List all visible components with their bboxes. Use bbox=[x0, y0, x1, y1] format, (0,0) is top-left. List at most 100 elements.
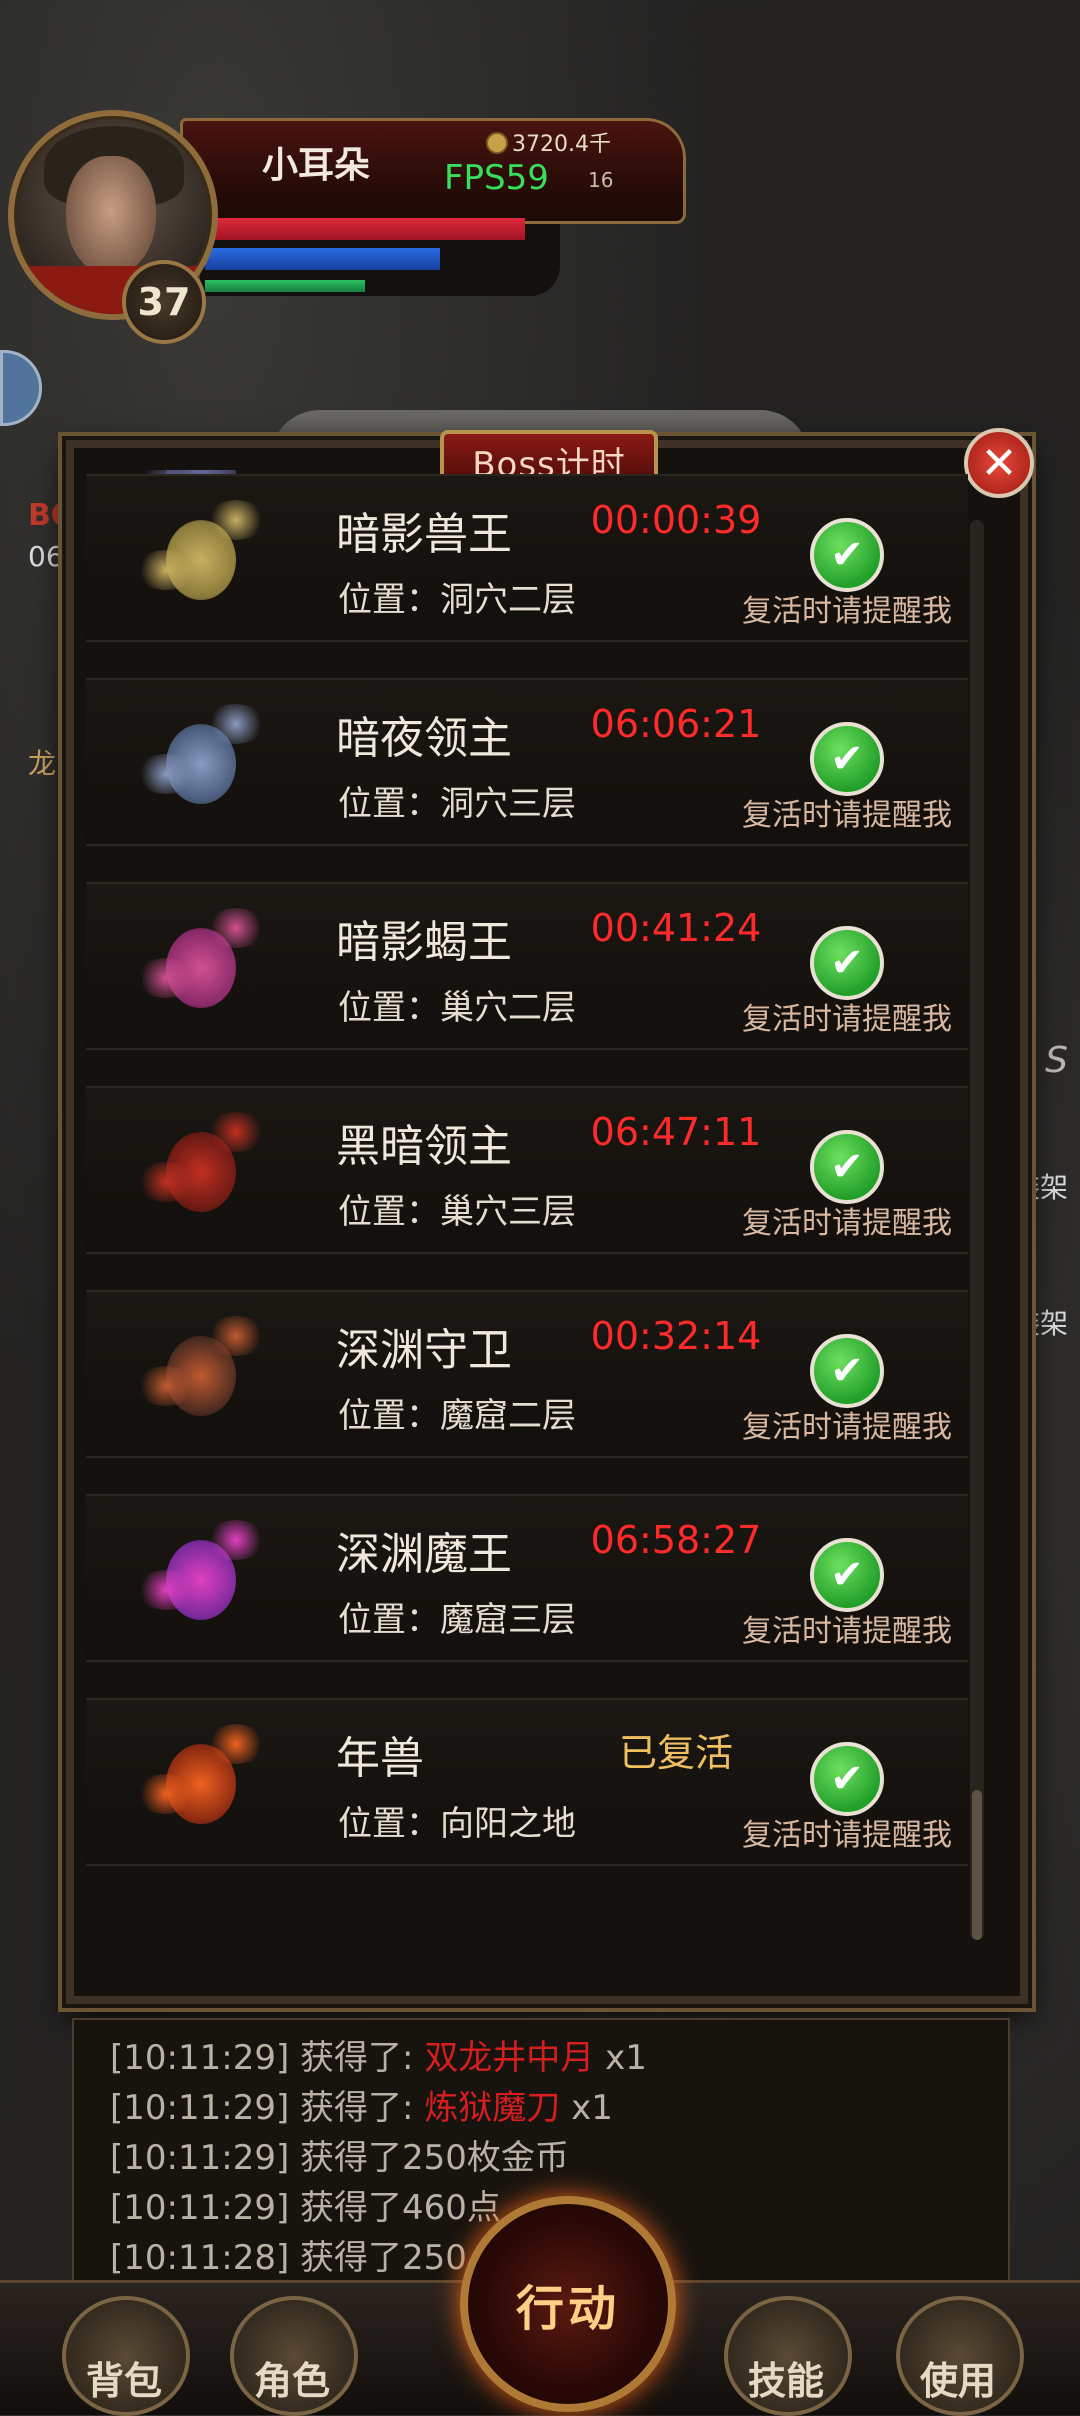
chat-text: 获得了: bbox=[289, 2088, 425, 2128]
remind-checkbox[interactable]: ✔ bbox=[810, 518, 884, 592]
mp-bar bbox=[205, 248, 440, 270]
remind-label[interactable]: 复活时请提醒我 bbox=[742, 1198, 952, 1242]
checkmark-icon: ✔ bbox=[830, 1348, 864, 1394]
checkmark-icon: ✔ bbox=[830, 532, 864, 578]
player-hud: 37 小耳朵 3720.4千 FPS59 16 bbox=[0, 100, 690, 350]
respawn-timer: 00:41:24 bbox=[590, 906, 762, 950]
chat-time: [10:11:29] bbox=[110, 2038, 290, 2078]
boss-list[interactable]: 位置：魔龙血域复活时请提醒我暗影兽王位置：洞穴二层00:00:39✔复活时请提醒… bbox=[86, 470, 968, 1922]
boss-name: 暗影蝎王 bbox=[336, 917, 512, 968]
side-char-left[interactable]: 龙 bbox=[28, 742, 56, 782]
boss-portrait bbox=[136, 1102, 266, 1236]
respawn-timer: 06:58:27 bbox=[590, 1518, 762, 1562]
side-char-right-1[interactable]: S bbox=[1045, 1040, 1068, 1081]
boss-row[interactable]: 暗影蝎王位置：巢穴二层 00:41:24 ✔ 复活时请提醒我 bbox=[86, 882, 968, 1050]
boss-name: 暗影兽王 bbox=[336, 509, 512, 560]
boss-row[interactable]: 暗夜领主位置：洞穴三层 06:06:21 ✔ 复活时请提醒我 bbox=[86, 678, 968, 846]
respawn-timer: 00:32:14 bbox=[590, 1314, 762, 1358]
chat-item[interactable]: 双龙井中月 bbox=[424, 2038, 594, 2078]
boss-name: 暗夜领主 bbox=[336, 713, 512, 764]
boss-portrait bbox=[136, 694, 266, 828]
remind-checkbox[interactable]: ✔ bbox=[810, 1538, 884, 1612]
boss-portrait bbox=[136, 1714, 266, 1848]
checkmark-icon: ✔ bbox=[830, 1552, 864, 1598]
bag-label: 背包 bbox=[86, 2359, 163, 2403]
remind-label[interactable]: 复活时请提醒我 bbox=[742, 1606, 952, 1650]
chat-suffix: x1 bbox=[594, 2038, 647, 2078]
boss-portrait bbox=[136, 490, 266, 624]
boss-location: 位置：魔窟二层 bbox=[338, 1396, 576, 1436]
respawn-timer: 00:00:39 bbox=[590, 498, 762, 542]
boss-location: 位置：巢穴三层 bbox=[338, 1192, 576, 1232]
skill-label: 技能 bbox=[748, 2359, 825, 2403]
boss-location: 位置：巢穴二层 bbox=[338, 988, 576, 1028]
gold-amount: 3720.4千 bbox=[486, 126, 611, 158]
vip-number: 16 bbox=[588, 168, 614, 192]
remind-checkbox[interactable]: ✔ bbox=[810, 1742, 884, 1816]
chat-line: [10:11:28] 获得了250 bbox=[110, 2230, 467, 2279]
checkmark-icon: ✔ bbox=[830, 940, 864, 986]
remind-checkbox[interactable]: ✔ bbox=[810, 1130, 884, 1204]
chat-line: [10:11:29] 获得了: 双龙井中月 x1 bbox=[110, 2030, 647, 2079]
boss-portrait bbox=[136, 898, 266, 1032]
boss-name: 深渊守卫 bbox=[336, 1325, 512, 1376]
checkmark-icon: ✔ bbox=[830, 1144, 864, 1190]
coin-icon bbox=[486, 132, 508, 154]
boss-row[interactable]: 年兽位置：向阳之地 已复活 ✔ 复活时请提醒我 bbox=[86, 1698, 968, 1866]
remind-checkbox[interactable]: ✔ bbox=[810, 1334, 884, 1408]
remind-label[interactable]: 复活时请提醒我 bbox=[742, 790, 952, 834]
action-button[interactable]: 行动 bbox=[460, 2196, 676, 2412]
boss-location: 位置：洞穴三层 bbox=[338, 784, 576, 824]
chat-text: 获得了460点 bbox=[289, 2188, 501, 2228]
side-buff-icon[interactable] bbox=[0, 350, 42, 426]
boss-location: 位置：洞穴二层 bbox=[338, 580, 576, 620]
checkmark-icon: ✔ bbox=[830, 736, 864, 782]
chat-item[interactable]: 炼狱魔刀 bbox=[424, 2088, 560, 2128]
close-icon: ✕ bbox=[980, 437, 1018, 489]
chat-text: 获得了250 bbox=[289, 2238, 467, 2278]
hp-bar bbox=[205, 218, 525, 240]
chat-time: [10:11:29] bbox=[110, 2088, 290, 2128]
chat-text: 获得了: bbox=[289, 2038, 425, 2078]
scrollbar-thumb[interactable] bbox=[972, 1790, 982, 1940]
player-level-badge: 37 bbox=[122, 260, 206, 344]
side-label-left: 06 bbox=[28, 540, 64, 573]
remind-checkbox[interactable]: ✔ bbox=[810, 722, 884, 796]
chat-line: [10:11:29] 获得了460点 bbox=[110, 2180, 501, 2229]
fps-counter: FPS59 bbox=[444, 158, 549, 198]
close-button[interactable]: ✕ bbox=[964, 428, 1034, 498]
respawn-timer: 06:47:11 bbox=[590, 1110, 762, 1154]
boss-row[interactable]: 深渊魔王位置：魔窟三层 06:58:27 ✔ 复活时请提醒我 bbox=[86, 1494, 968, 1662]
checkmark-icon: ✔ bbox=[830, 1756, 864, 1802]
boss-name: 年兽 bbox=[336, 1733, 424, 1784]
scrollbar-track[interactable] bbox=[970, 520, 984, 1940]
respawn-timer: 06:06:21 bbox=[590, 702, 762, 746]
chat-time: [10:11:28] bbox=[110, 2238, 290, 2278]
chat-suffix: x1 bbox=[560, 2088, 613, 2128]
chat-text: 获得了250枚金币 bbox=[289, 2138, 569, 2178]
chat-line: [10:11:29] 获得了: 炼狱魔刀 x1 bbox=[110, 2080, 613, 2129]
remind-label[interactable]: 复活时请提醒我 bbox=[742, 994, 952, 1038]
boss-name: 黑暗领主 bbox=[336, 1121, 512, 1172]
remind-label[interactable]: 复活时请提醒我 bbox=[742, 1810, 952, 1854]
boss-row[interactable]: 深渊守卫位置：魔窟二层 00:32:14 ✔ 复活时请提醒我 bbox=[86, 1290, 968, 1458]
remind-checkbox[interactable]: ✔ bbox=[810, 926, 884, 1000]
boss-row[interactable]: 暗影兽王位置：洞穴二层 00:00:39 ✔ 复活时请提醒我 bbox=[86, 474, 968, 642]
chat-time: [10:11:29] bbox=[110, 2138, 290, 2178]
boss-location: 位置：向阳之地 bbox=[338, 1804, 576, 1844]
boss-name: 深渊魔王 bbox=[336, 1529, 512, 1580]
remind-label[interactable]: 复活时请提醒我 bbox=[742, 586, 952, 630]
gold-value: 3720.4千 bbox=[512, 132, 611, 157]
boss-row[interactable]: 黑暗领主位置：巢穴三层 06:47:11 ✔ 复活时请提醒我 bbox=[86, 1086, 968, 1254]
boss-portrait bbox=[136, 1510, 266, 1644]
chat-time: [10:11:29] bbox=[110, 2188, 290, 2228]
use-label: 使用 bbox=[920, 2359, 997, 2403]
chat-line: [10:11:29] 获得了250枚金币 bbox=[110, 2130, 569, 2179]
boss-portrait bbox=[136, 1306, 266, 1440]
xp-bar bbox=[205, 280, 365, 292]
player-name: 小耳朵 bbox=[262, 145, 371, 186]
remind-label[interactable]: 复活时请提醒我 bbox=[742, 1402, 952, 1446]
boss-location: 位置：魔窟三层 bbox=[338, 1600, 576, 1640]
role-label: 角色 bbox=[254, 2359, 331, 2403]
respawn-timer: 已复活 bbox=[618, 1731, 733, 1775]
